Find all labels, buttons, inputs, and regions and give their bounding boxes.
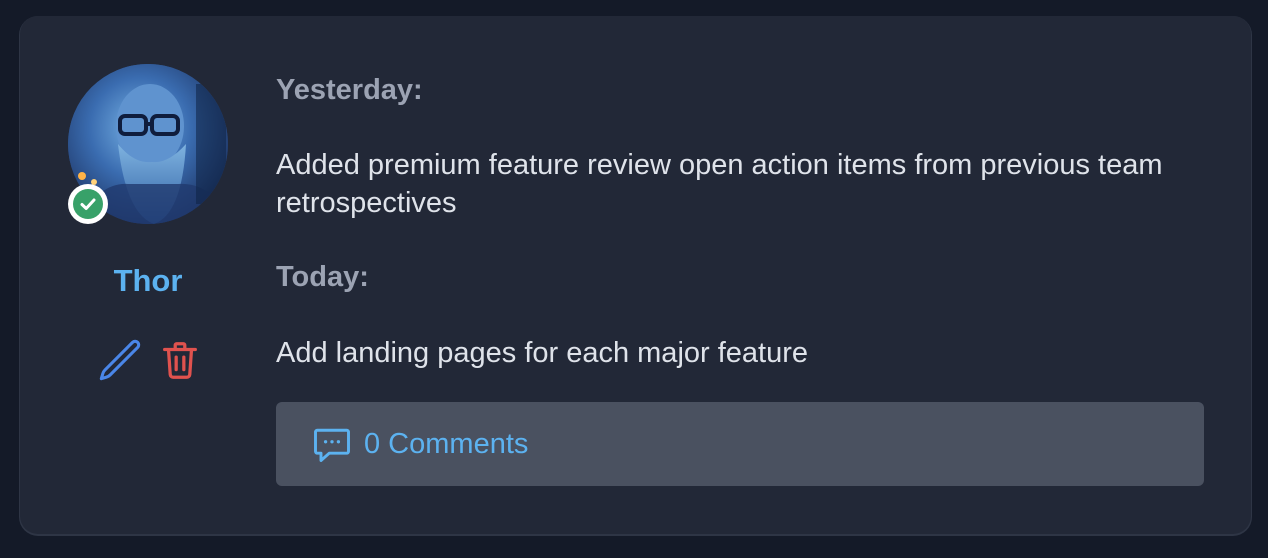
check-icon: [73, 189, 103, 219]
comments-button[interactable]: 0 Comments: [276, 402, 1204, 486]
standup-card: Thor Yesterday: Added premium feature re…: [20, 16, 1251, 534]
today-text: Add landing pages for each major feature: [276, 337, 809, 369]
yesterday-label: Yesterday:: [276, 74, 423, 106]
edit-button[interactable]: [96, 336, 144, 384]
today-label: Today:: [276, 261, 369, 293]
user-column: Thor: [20, 16, 276, 534]
online-status-badge: [68, 184, 108, 224]
delete-button[interactable]: [156, 336, 204, 384]
chat-bubble-icon: [310, 422, 354, 466]
pencil-icon: [99, 339, 141, 381]
card-actions: [96, 336, 204, 384]
yesterday-text: Added premium feature review open action…: [276, 149, 1163, 219]
comments-count-label: 0 Comments: [364, 428, 529, 460]
user-name[interactable]: Thor: [20, 262, 276, 300]
trash-icon: [163, 342, 197, 379]
